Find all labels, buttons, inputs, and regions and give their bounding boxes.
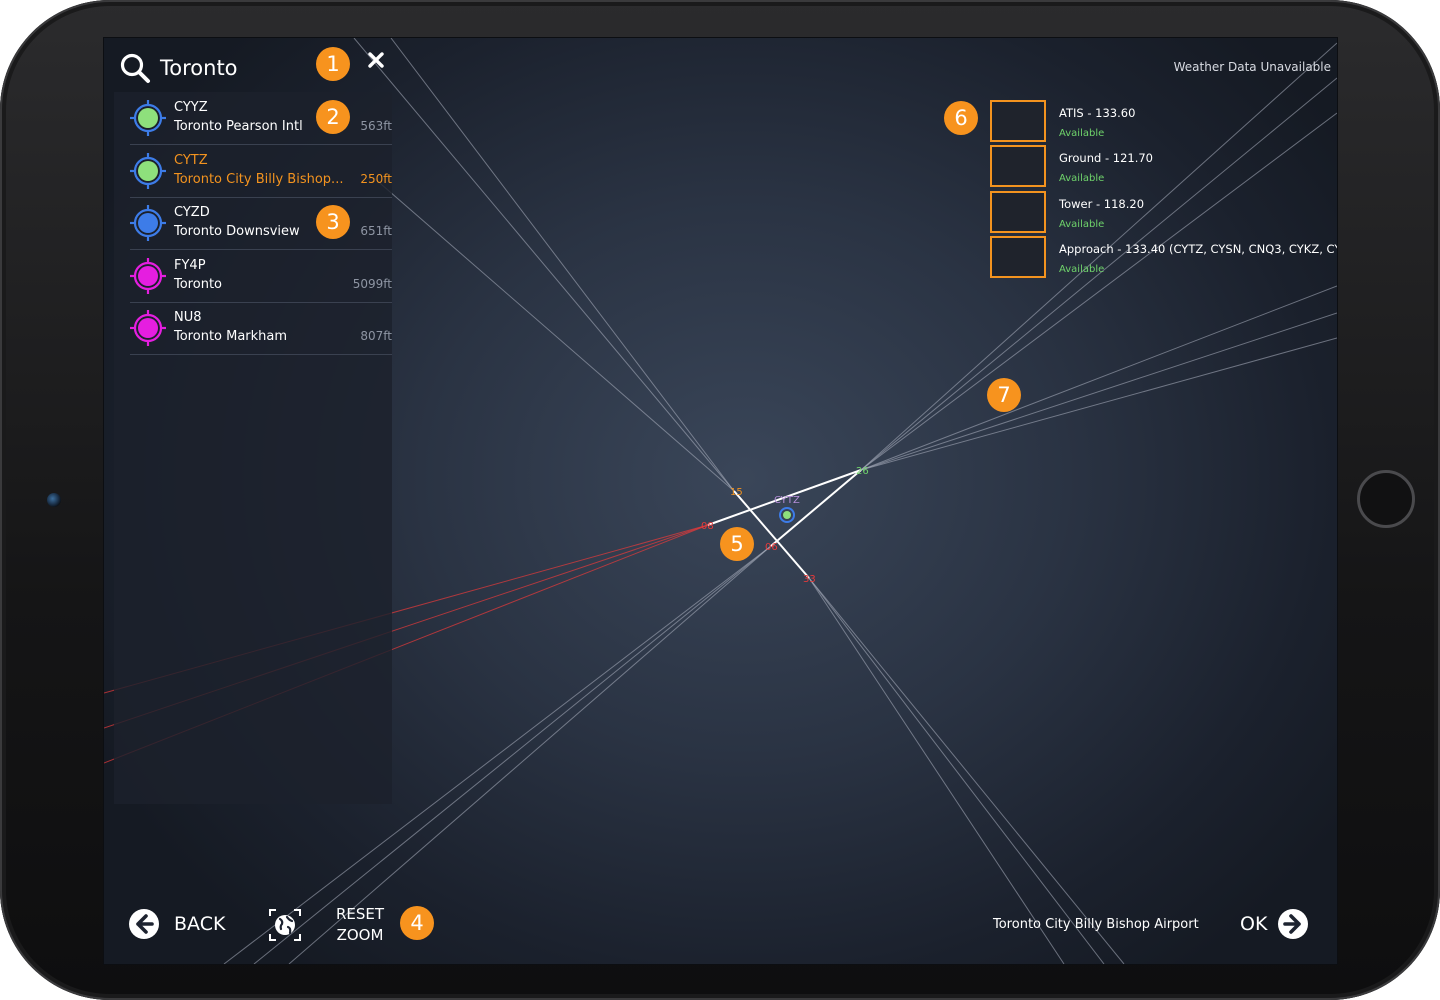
reset-zoom-label-line1: RESET — [335, 905, 385, 923]
frequency-checkbox[interactable] — [990, 145, 1046, 188]
search-bar[interactable]: Toronto — [116, 46, 394, 90]
back-button-label: BACK — [174, 913, 226, 935]
arrow-right-icon — [1278, 909, 1309, 939]
result-code: CYZD — [174, 205, 210, 220]
weather-status: Weather Data Unavailable — [1173, 60, 1331, 74]
frequency-checkbox[interactable] — [990, 100, 1046, 142]
airport-pin-icon — [130, 152, 166, 189]
runway-label-08: 08 — [701, 521, 714, 532]
approach-line — [373, 177, 735, 492]
tablet-frame: 15 26 08 06 33 CYTZ Toronto CYYZ Toronto… — [0, 0, 1440, 1000]
frequency-status: Available — [1059, 218, 1105, 230]
callout-marker: 7 — [987, 378, 1021, 412]
frequency-status: Available — [1059, 263, 1105, 275]
result-name: Toronto Markham — [174, 329, 288, 344]
selected-airport-name: Toronto City Billy Bishop Airport — [993, 917, 1199, 932]
back-button[interactable]: BACK — [128, 908, 225, 940]
runway-label-33: 33 — [803, 574, 816, 585]
bottom-bar: BACK RESET ZOOM Toronto City Billy Bisho… — [104, 898, 1337, 964]
approach-line — [353, 38, 735, 492]
approach-line — [860, 337, 1337, 471]
frequency-status: Available — [1059, 128, 1105, 139]
search-input[interactable]: Toronto — [160, 56, 238, 80]
airport-pin-icon — [130, 205, 166, 241]
arrow-left-icon — [129, 909, 159, 939]
frequency-item[interactable]: Ground - 121.70 Available — [990, 145, 1337, 189]
frequency-item[interactable]: Tower - 118.20 Available — [990, 190, 1337, 235]
result-elevation: 250ft — [360, 171, 392, 186]
result-item-cyzd[interactable]: CYZD Toronto Downsview 651ft — [130, 197, 392, 250]
result-item-fy4p[interactable]: FY4P Toronto 5099ft — [130, 250, 392, 303]
frequency-label: Ground - 121.70 — [1059, 151, 1153, 166]
globe-icon[interactable] — [268, 908, 302, 942]
result-elevation: 807ft — [360, 329, 392, 343]
frequency-item[interactable]: Approach - 133.40 (CYTZ, CYSN, CNQ3, CYK… — [990, 235, 1338, 280]
result-item-cyyz[interactable]: CYYZ Toronto Pearson Intl 563ft — [130, 92, 392, 145]
close-icon[interactable] — [368, 52, 384, 68]
result-code: CYYZ — [174, 100, 208, 115]
callout-marker: 6 — [944, 101, 978, 135]
callout-marker: 4 — [400, 906, 434, 940]
airport-pin-icon — [130, 310, 166, 346]
airport-marker-code: CYTZ — [774, 495, 800, 506]
airport-marker[interactable]: CYTZ — [774, 495, 800, 523]
frequency-item[interactable]: ATIS - 133.60 Available — [990, 100, 1337, 144]
result-name: Toronto Downsview — [174, 224, 300, 239]
result-elevation: 563ft — [360, 119, 392, 133]
ok-button-label: OK — [1240, 913, 1268, 935]
app-screen: 15 26 08 06 33 CYTZ Toronto CYYZ Toronto… — [103, 37, 1338, 965]
result-code: FY4P — [174, 257, 206, 273]
callout-marker: 1 — [316, 47, 350, 81]
runway-label-26: 26 — [856, 466, 869, 477]
home-button[interactable] — [1357, 470, 1415, 528]
ok-button[interactable]: OK — [1240, 908, 1309, 940]
front-camera — [47, 493, 61, 507]
reset-zoom-label-line2: ZOOM — [336, 926, 384, 944]
runway-label-06: 06 — [765, 542, 778, 553]
airport-marker-dot — [783, 511, 791, 519]
airport-pin-icon — [130, 257, 166, 294]
approach-line — [860, 285, 1337, 471]
result-item-nu8[interactable]: NU8 Toronto Markham 807ft — [130, 302, 392, 355]
callout-marker: 2 — [316, 100, 350, 134]
approach-line — [390, 38, 735, 492]
reset-zoom-button[interactable]: RESET ZOOM — [332, 904, 388, 946]
approach-line — [860, 312, 1337, 471]
result-elevation: 5099ft — [352, 276, 392, 291]
frequency-status: Available — [1059, 173, 1105, 185]
result-name: Toronto Pearson Intl — [174, 119, 303, 134]
result-elevation: 651ft — [360, 224, 392, 238]
result-name: Toronto — [174, 276, 222, 292]
result-code: NU8 — [174, 310, 202, 325]
frequency-checkbox[interactable] — [990, 190, 1046, 233]
frequency-label: ATIS - 133.60 — [1059, 106, 1136, 120]
search-icon — [120, 53, 150, 83]
frequency-label: Approach - 133.40 (CYTZ, CYSN, CNQ3, CYK… — [1059, 241, 1338, 256]
result-item-cytz[interactable]: CYTZ Toronto City Billy Bishop... 250ft — [130, 145, 392, 198]
result-code: CYTZ — [174, 152, 208, 168]
result-name: Toronto City Billy Bishop... — [174, 171, 344, 187]
runway-label-15: 15 — [730, 487, 743, 498]
search-results-panel: CYYZ Toronto Pearson Intl 563ft CYTZ Toronto… — [114, 92, 392, 804]
callout-marker: 3 — [316, 205, 350, 239]
frequency-checkbox[interactable] — [990, 235, 1046, 278]
airport-pin-icon — [130, 100, 166, 136]
frequency-label: Tower - 118.20 — [1059, 196, 1145, 211]
callout-marker: 5 — [720, 527, 754, 561]
